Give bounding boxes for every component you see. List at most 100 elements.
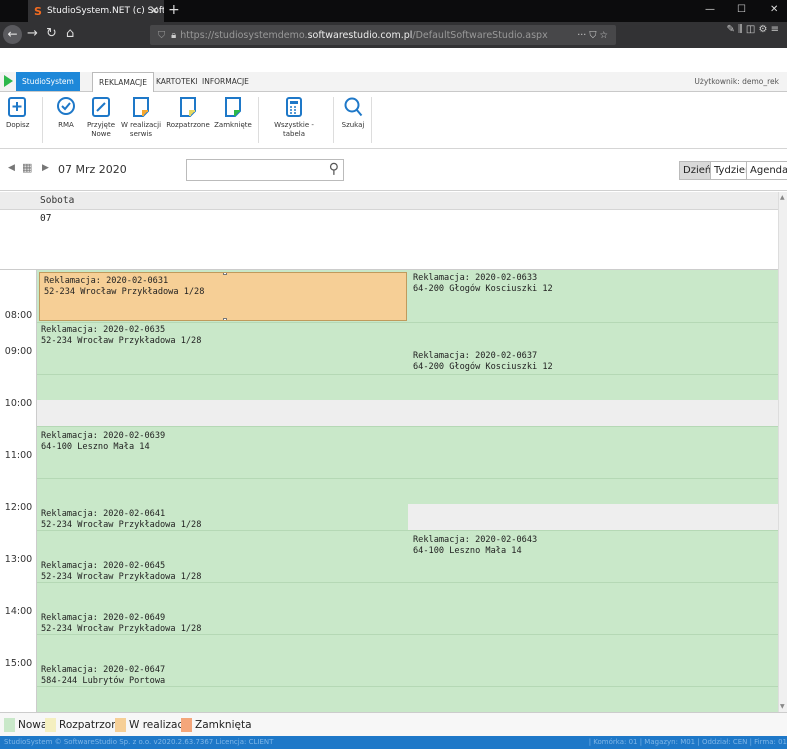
- resize-handle-top[interactable]: [223, 273, 227, 275]
- event[interactable]: Reklamacja: 2020-02-0641 52-234 Wrocław …: [37, 506, 408, 558]
- legend-item-inprogress: W realizacji: [115, 718, 189, 732]
- maximize-icon[interactable]: ☐: [737, 4, 746, 15]
- event-address: 52-234 Wrocław Przykładowa 1/28: [41, 336, 202, 346]
- forward-icon[interactable]: →: [27, 26, 38, 41]
- document-considered-icon: [180, 97, 196, 117]
- add-label: Dopisz: [6, 121, 30, 129]
- app-menu-bar: StudioSystem REKLAMACJE KARTOTEKI INFORM…: [0, 72, 787, 92]
- new-label-2: Nowe: [91, 130, 111, 138]
- day-number: 07: [40, 213, 52, 224]
- inprogress-label-1: W realizacji: [120, 121, 162, 129]
- browser-titlebar: S StudioSystem.NET (c) Software ✕ + — ☐ …: [0, 0, 787, 22]
- search-button[interactable]: Szukaj: [340, 96, 366, 130]
- reload-icon[interactable]: ↻: [46, 26, 57, 41]
- event-title: Reklamacja: 2020-02-0649: [41, 613, 166, 623]
- url-prefix: https://studiosystemdemo.: [180, 29, 308, 41]
- ribbon-separator: [333, 97, 334, 143]
- document-closed-icon: [225, 97, 241, 117]
- vertical-scrollbar[interactable]: ▲ ▼: [778, 192, 787, 712]
- tab-reklamacje[interactable]: REKLAMACJE: [92, 72, 155, 92]
- minimize-icon[interactable]: —: [705, 4, 715, 15]
- url-bar[interactable]: ⛉ 🔒︎ https://studiosystemdemo. softwarest…: [150, 25, 616, 45]
- date-navigator: ◀ ▦ ▶ 07 Mrz 2020 ⚲ Dzień Tydzień Agenda: [0, 149, 787, 191]
- event-address: 584-244 Lubrytów Portowa: [41, 676, 166, 686]
- prev-day-icon[interactable]: ◀: [8, 163, 15, 173]
- home-icon[interactable]: ⌂: [66, 26, 74, 41]
- toolbar-icons[interactable]: ✎ ⫼ ◫ ⚙ ≡: [727, 24, 780, 35]
- time-gutter: 08:00 09:00 10:00 11:00 12:00 13:00 14:0…: [0, 192, 37, 712]
- event[interactable]: Reklamacja: 2020-02-0639 64-100 Leszno M…: [37, 428, 778, 504]
- rma-button[interactable]: RMA: [55, 96, 77, 130]
- considered-label: Rozpatrzone: [166, 121, 210, 129]
- view-agenda-button[interactable]: Agenda: [746, 161, 787, 180]
- event-title: Reklamacja: 2020-02-0633: [413, 273, 538, 283]
- scroll-up-icon[interactable]: ▲: [780, 194, 785, 201]
- close-tab-icon[interactable]: ✕: [150, 4, 159, 17]
- tab-title: StudioSystem.NET (c) Software: [46, 6, 164, 16]
- event-title: Reklamacja: 2020-02-0643: [413, 535, 538, 545]
- calendar-icon[interactable]: ▦: [22, 161, 32, 174]
- day-grid[interactable]: Reklamacja: 2020-02-0631 52-234 Wrocław …: [37, 270, 778, 712]
- closed-label: Zamknięte: [214, 121, 252, 129]
- scroll-down-icon[interactable]: ▼: [780, 703, 785, 710]
- considered-button[interactable]: Rozpatrzone: [166, 96, 210, 130]
- event[interactable]: Reklamacja: 2020-02-0645 52-234 Wrocław …: [37, 558, 408, 610]
- event-address: 52-234 Wrocław Przykładowa 1/28: [41, 624, 202, 634]
- edit-document-icon: [92, 97, 110, 117]
- ribbon-separator: [258, 97, 259, 143]
- event-address: 64-200 Głogów Kosciuszki 12: [413, 362, 553, 372]
- day-header: Sobota: [0, 192, 778, 210]
- tab-informacje[interactable]: INFORMACJE: [196, 72, 255, 91]
- new-tab-icon[interactable]: +: [168, 2, 180, 18]
- hour-label: 11:00: [4, 450, 33, 461]
- search-icon[interactable]: ⚲: [329, 161, 339, 177]
- browser-navbar: ← → ↻ ⌂ ⛉ 🔒︎ https://studiosystemdemo. so…: [0, 22, 787, 48]
- event-title: Reklamacja: 2020-02-0635: [41, 325, 166, 335]
- legend-swatch: [45, 718, 56, 732]
- event-title: Reklamacja: 2020-02-0639: [41, 431, 166, 441]
- new-button[interactable]: Przyjęte Nowe: [86, 96, 116, 139]
- window-close-icon[interactable]: ✕: [770, 4, 778, 15]
- event-address: 64-100 Leszno Mała 14: [41, 442, 150, 452]
- event[interactable]: Reklamacja: 2020-02-0649 52-234 Wrocław …: [37, 610, 778, 662]
- all-day-area[interactable]: 07: [0, 210, 778, 270]
- event[interactable]: Reklamacja: 2020-02-0643 64-100 Leszno M…: [409, 532, 778, 584]
- add-button[interactable]: Dopisz: [6, 96, 30, 130]
- empty-slot[interactable]: [37, 400, 778, 426]
- play-icon[interactable]: [4, 75, 13, 87]
- event-address: 52-234 Wrocław Przykładowa 1/28: [44, 287, 205, 297]
- event-address: 64-200 Głogów Kosciuszki 12: [413, 284, 553, 294]
- event[interactable]: Reklamacja: 2020-02-0647 584-244 Lubrytó…: [37, 662, 778, 712]
- badge-check-icon: [57, 97, 75, 115]
- event-address: 52-234 Wrocław Przykładowa 1/28: [41, 572, 202, 582]
- user-label: Użytkownik: demo_rek: [694, 77, 779, 86]
- empty-slot[interactable]: [408, 504, 778, 530]
- event[interactable]: Reklamacja: 2020-02-0635 52-234 Wrocław …: [37, 322, 408, 400]
- page-actions-icon[interactable]: ··· ⛉ ☆: [577, 30, 608, 41]
- ribbon-toolbar: Dopisz RMA Przyjęte Nowe W realizacji se…: [0, 92, 787, 149]
- event[interactable]: Reklamacja: 2020-02-0633 64-200 Głogów K…: [409, 270, 778, 322]
- browser-tab[interactable]: S StudioSystem.NET (c) Software ✕: [28, 0, 164, 22]
- brand-tab[interactable]: StudioSystem: [16, 72, 80, 91]
- closed-button[interactable]: Zamknięte: [214, 96, 252, 130]
- event-address: 52-234 Wrocław Przykładowa 1/28: [41, 520, 202, 530]
- legend-swatch: [4, 718, 15, 732]
- footer-right: | Komórka: 01 | Magazyn: M01 | Oddział: …: [588, 738, 787, 746]
- url-path: /DefaultSoftwareStudio.aspx: [412, 29, 548, 41]
- back-icon[interactable]: ←: [3, 25, 22, 44]
- event-selected[interactable]: Reklamacja: 2020-02-0631 52-234 Wrocław …: [39, 272, 407, 321]
- event[interactable]: Reklamacja: 2020-02-0637 64-200 Głogów K…: [409, 348, 778, 400]
- search-label: Szukaj: [341, 121, 365, 129]
- add-document-icon: [8, 97, 26, 117]
- legend-item-new: Nowa: [4, 718, 47, 732]
- ribbon-separator: [371, 97, 372, 143]
- resize-handle-bottom[interactable]: [223, 318, 227, 320]
- event-title: Reklamacja: 2020-02-0647: [41, 665, 166, 675]
- inprogress-button[interactable]: W realizacji serwis: [120, 96, 162, 139]
- date-search-input[interactable]: ⚲: [186, 159, 344, 181]
- next-day-icon[interactable]: ▶: [42, 163, 49, 173]
- all-table-button[interactable]: Wszystkie - tabela: [263, 96, 325, 139]
- shield-icon: ⛉: [158, 29, 166, 41]
- event-title: Reklamacja: 2020-02-0631: [44, 276, 169, 286]
- hour-label: 14:00: [4, 606, 33, 617]
